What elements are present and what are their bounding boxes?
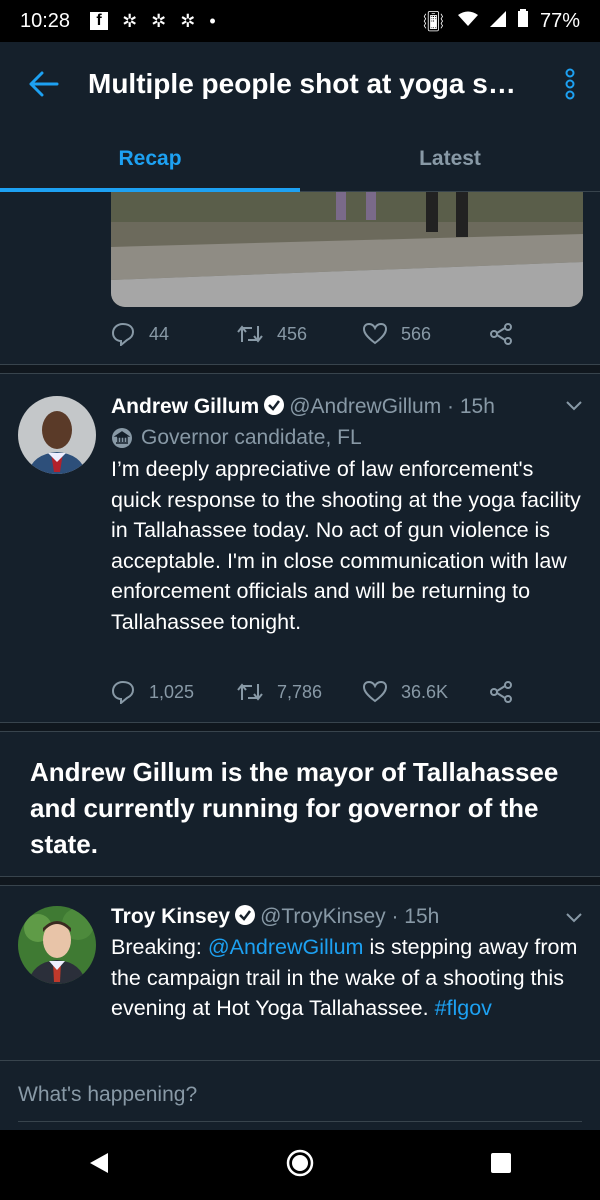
heart-icon (363, 323, 387, 345)
facebook-icon: f (90, 12, 109, 30)
back-button[interactable] (0, 42, 88, 126)
square-recents-icon (491, 1152, 511, 1173)
retweet-button[interactable]: 456 (237, 324, 363, 345)
author-handle[interactable]: @AndrewGillum · 15h (289, 395, 495, 418)
verified-badge-icon (263, 394, 285, 422)
app-bar: Multiple people shot at yoga st... (0, 42, 600, 126)
status-time: 10:28 (20, 9, 71, 32)
share-icon (490, 323, 512, 345)
share-icon (490, 681, 512, 703)
government-building-icon (112, 428, 132, 448)
battery-icon (517, 9, 528, 33)
status-bar: 10:28 f ✲ ✲ ✲ • 📳︎ 77% (0, 0, 600, 42)
wifi-icon (457, 10, 478, 33)
divider (0, 722, 600, 732)
reply-count: 44 (149, 323, 170, 344)
compose-underline (18, 1121, 582, 1122)
mention-link[interactable]: @AndrewGillum (208, 935, 364, 959)
battery-level: 77% (539, 9, 580, 32)
election-label: Governor candidate, FL (111, 426, 362, 450)
like-count: 36.6K (401, 681, 449, 702)
share-button[interactable] (489, 322, 513, 346)
nav-back-button[interactable] (88, 1151, 110, 1180)
notification-icon: ✲ (151, 10, 167, 31)
signal-icon (489, 10, 506, 33)
heart-icon (363, 681, 387, 703)
more-options-button[interactable] (540, 68, 600, 100)
tab-latest[interactable]: Latest (300, 126, 600, 191)
compose-input[interactable]: What's happening? (18, 1083, 197, 1107)
tweet-menu-button[interactable] (566, 910, 582, 928)
tab-recap[interactable]: Recap (0, 126, 300, 192)
tweet[interactable]: Troy Kinsey @TroyKinsey · 15h Breaking: @… (0, 886, 600, 1060)
tweet-text: I’m deeply appreciative of law enforceme… (111, 457, 581, 634)
author-name[interactable]: Andrew Gillum (111, 395, 259, 418)
author-handle[interactable]: @TroyKinsey · 15h (260, 905, 439, 928)
like-button[interactable]: 36.6K (363, 681, 489, 703)
retweet-count: 456 (277, 323, 308, 344)
compose-bar: What's happening? (0, 1060, 600, 1130)
divider (0, 364, 600, 374)
author-name[interactable]: Troy Kinsey (111, 905, 230, 928)
reply-button[interactable]: 1,025 (111, 680, 237, 704)
recap-summary: Andrew Gillum is the mayor of Tallahasse… (30, 757, 559, 859)
notification-icon: ✲ (180, 10, 196, 31)
home-circle-icon (286, 1149, 314, 1176)
retweet-icon (237, 683, 263, 701)
back-arrow-icon (29, 71, 59, 97)
tweet-media-image[interactable] (111, 192, 583, 307)
like-count: 566 (401, 323, 432, 344)
tweet-text: Breaking: @AndrewGillum is stepping away… (111, 932, 581, 1024)
reply-count: 1,025 (149, 681, 195, 702)
retweet-button[interactable]: 7,786 (237, 682, 363, 703)
tweet-actions: 1,025 7,786 36.6K (111, 680, 531, 704)
avatar[interactable] (18, 396, 96, 474)
election-label-text: Governor candidate, FL (141, 426, 362, 449)
retweet-icon (237, 325, 263, 343)
tab-bar: Recap Latest (0, 126, 600, 192)
reply-icon (111, 680, 135, 704)
triangle-back-icon (90, 1152, 108, 1173)
tweet-actions: 44 456 566 (111, 322, 531, 346)
page-title: Multiple people shot at yoga st... (88, 68, 518, 99)
avatar[interactable] (18, 906, 96, 984)
reply-icon (111, 322, 135, 346)
dot-icon: • (209, 10, 216, 31)
hashtag-link[interactable]: #flgov (435, 996, 492, 1020)
nav-home-button[interactable] (286, 1149, 314, 1182)
tweet[interactable]: Andrew Gillum @AndrewGillum · 15h Governo… (0, 374, 600, 722)
retweet-count: 7,786 (277, 681, 323, 702)
vibrate-icon: 📳︎ (420, 10, 446, 33)
verified-badge-icon (234, 904, 256, 932)
chevron-down-icon (566, 913, 582, 923)
tweet-text-prefix: Breaking: (111, 935, 208, 959)
notification-icon: ✲ (122, 10, 138, 31)
more-vertical-icon (565, 68, 575, 100)
chevron-down-icon (566, 401, 582, 411)
share-button[interactable] (489, 680, 513, 704)
nav-recents-button[interactable] (490, 1152, 512, 1179)
like-button[interactable]: 566 (363, 323, 489, 345)
divider (0, 876, 600, 886)
reply-button[interactable]: 44 (111, 322, 237, 346)
tweet-menu-button[interactable] (566, 398, 582, 416)
system-nav-bar (0, 1130, 600, 1200)
